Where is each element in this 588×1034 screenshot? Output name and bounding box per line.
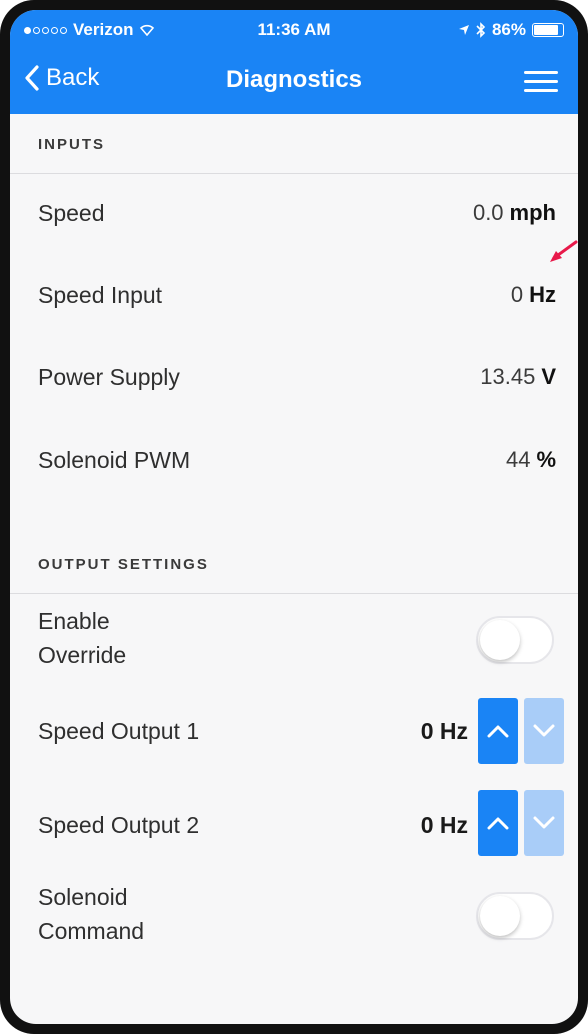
speed-output-1-value: 0 Hz (420, 718, 468, 744)
speed-number: 0.0 (472, 200, 504, 225)
status-bar: Verizon 11:36 AM 86% (10, 10, 578, 50)
solenoid-pwm-value: 44% (506, 447, 556, 473)
device-frame: Verizon 11:36 AM 86% Back Diagnostics IN… (0, 0, 588, 1034)
toggle-knob (480, 896, 520, 936)
power-supply-value: 13.45 V (480, 364, 556, 390)
speed-input-number: 0 (510, 282, 524, 307)
bluetooth-icon (476, 22, 486, 38)
page-title: Diagnostics (225, 66, 363, 93)
speed-output-2-label: Speed Output 2 (38, 812, 200, 838)
nav-bar: Back Diagnostics (10, 54, 578, 110)
chevron-up-icon (487, 817, 509, 830)
location-icon (458, 25, 469, 35)
inputs-header: INPUTS (38, 136, 106, 153)
speed-output-2-decrease-button[interactable] (524, 790, 564, 856)
annotation-arrow-icon (550, 240, 578, 262)
inputs-divider (10, 173, 578, 174)
enable-override-toggle[interactable] (476, 616, 554, 664)
enable-override-label-line2: Override (38, 642, 127, 668)
solenoid-pwm-unit: % (536, 447, 556, 472)
solenoid-pwm-label: Solenoid PWM (38, 447, 191, 473)
chevron-down-icon (533, 724, 555, 737)
battery-icon (532, 23, 564, 37)
solenoid-command-label-line1: Solenoid (38, 884, 128, 910)
chevron-down-icon (533, 816, 555, 829)
solenoid-command-toggle[interactable] (476, 892, 554, 940)
battery-percent: 86% (491, 20, 526, 39)
power-supply-label: Power Supply (38, 364, 180, 390)
enable-override-label-line1: Enable (38, 608, 110, 634)
chevron-up-icon (487, 725, 509, 738)
speed-input-unit: Hz (529, 282, 556, 307)
speed-output-1-label: Speed Output 1 (38, 718, 200, 744)
power-supply-number: 13.45 (480, 364, 536, 389)
speed-input-value: 0 Hz (511, 282, 556, 308)
speed-input-label: Speed Input (38, 282, 163, 308)
speed-label: Speed (38, 200, 105, 226)
output-settings-divider (10, 593, 578, 594)
speed-output-2-increase-button[interactable] (478, 790, 518, 856)
top-bar: Verizon 11:36 AM 86% Back Diagnostics (10, 10, 578, 114)
speed-unit: mph (509, 200, 556, 225)
status-right: 86% (458, 20, 564, 40)
speed-output-1-decrease-button[interactable] (524, 698, 564, 764)
speed-value: 0.0 mph (473, 200, 556, 226)
speed-output-1-increase-button[interactable] (478, 698, 518, 764)
solenoid-pwm-number: 44 (505, 447, 531, 472)
solenoid-command-label-line2: Command (38, 918, 145, 944)
output-settings-header: OUTPUT SETTINGS (38, 556, 209, 573)
speed-output-2-value: 0 Hz (420, 812, 468, 838)
power-supply-unit: V (541, 364, 556, 389)
hamburger-menu-icon[interactable] (524, 68, 558, 96)
toggle-knob (480, 620, 520, 660)
screen: Verizon 11:36 AM 86% Back Diagnostics IN… (10, 10, 578, 1024)
